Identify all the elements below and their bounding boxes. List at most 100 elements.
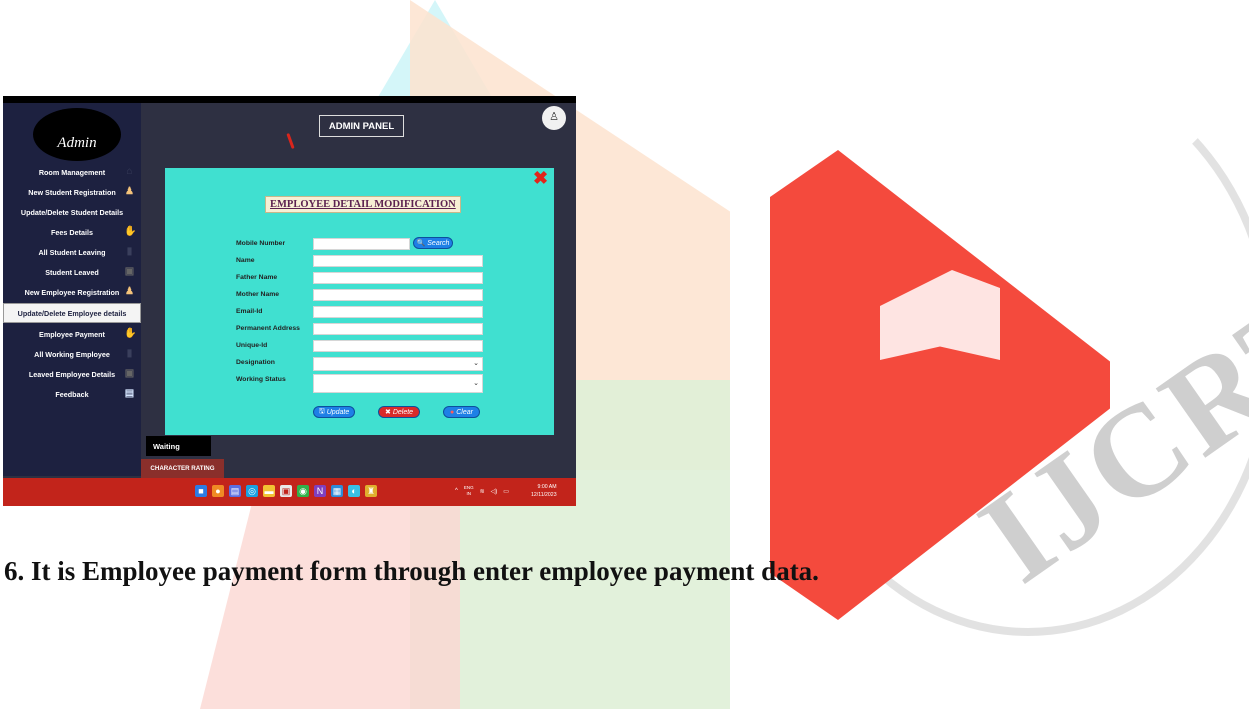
sidebar-item-feedback[interactable]: Feedback ▤: [3, 384, 141, 404]
mother-name-label: Mother Name: [236, 291, 280, 298]
sidebar-item-label: Employee Payment: [39, 329, 105, 339]
sidebar-item-label: New Employee Registration: [24, 287, 120, 297]
chevron-down-icon: ⌄: [473, 360, 479, 367]
sidebar-item-new-student-registration[interactable]: New Student Registration ♟: [3, 182, 141, 202]
sidebar-item-label: All Student Leaving: [38, 247, 106, 257]
windows-start-icon[interactable]: ■: [195, 485, 207, 497]
unique-id-label: Unique-Id: [236, 342, 268, 349]
red-mark-decoration: [286, 132, 295, 150]
folder-icon[interactable]: ▬: [263, 485, 275, 497]
watermark-text: IJCRT: [955, 259, 1249, 611]
email-input[interactable]: [313, 306, 483, 318]
main-area: ADMIN PANEL ♙ ✖ EMPLOYEE DETAIL MODIFICA…: [141, 103, 576, 476]
sidebar-item-room-management[interactable]: Room Management ⌂: [3, 162, 141, 182]
father-name-label: Father Name: [236, 274, 278, 281]
hand-money-icon: ✋: [124, 328, 137, 339]
sidebar-item-student-leaved[interactable]: Student Leaved ▣: [3, 262, 141, 282]
working-status-label: Working Status: [236, 376, 286, 383]
clear-button[interactable]: ● Clear: [443, 406, 480, 418]
page-title: ADMIN PANEL: [319, 115, 404, 137]
mother-name-input[interactable]: [313, 289, 483, 301]
app-icon[interactable]: ♜: [365, 485, 377, 497]
character-rating-button[interactable]: CHARACTER RATING: [141, 459, 224, 478]
working-status-select[interactable]: ⌄: [313, 374, 483, 393]
hand-money-icon: ✋: [124, 226, 137, 237]
search-button[interactable]: 🔍 Search: [413, 237, 453, 249]
language-indicator[interactable]: ENG IN: [464, 485, 474, 497]
watermark-play-shape: [770, 150, 1110, 620]
feedback-icon: ▤: [124, 388, 135, 399]
delete-icon: ✖: [384, 409, 391, 416]
sidebar: Admin Room Management ⌂ New Student Regi…: [3, 103, 141, 476]
app-icon[interactable]: ▣: [280, 485, 292, 497]
sidebar-item-label: Room Management: [38, 167, 106, 177]
exit-icon: ▣: [124, 368, 135, 379]
sidebar-item-update-delete-employee[interactable]: Update/Delete Employee details: [3, 303, 141, 323]
volume-icon[interactable]: ◁): [491, 488, 498, 495]
exit-icon: ▣: [124, 266, 135, 277]
close-icon[interactable]: ✖: [533, 169, 548, 187]
onenote-icon[interactable]: N: [314, 485, 326, 497]
clear-icon: ●: [450, 408, 455, 416]
browser-icon[interactable]: ◎: [246, 485, 258, 497]
admin-logo: Admin: [33, 108, 121, 161]
sidebar-item-label: Update/Delete Student Details: [20, 207, 124, 217]
app-icon[interactable]: ●: [212, 485, 224, 497]
sidebar-item-employee-payment[interactable]: Employee Payment ✋: [3, 324, 141, 344]
chevron-down-icon: ⌄: [473, 380, 479, 387]
figure-caption: 6. It is Employee payment form through e…: [4, 556, 819, 586]
edge-icon[interactable]: ◐: [348, 485, 360, 497]
sidebar-item-label: Fees Details: [51, 227, 93, 237]
window-top-bar: [3, 96, 576, 103]
search-icon: 🔍: [416, 240, 426, 247]
sidebar-item-all-student-leaving[interactable]: All Student Leaving ▮: [3, 242, 141, 262]
designation-label: Designation: [236, 359, 275, 366]
sidebar-item-label: All Working Employee: [34, 349, 110, 359]
chrome-icon[interactable]: ◉: [297, 485, 309, 497]
mobile-input[interactable]: [313, 238, 410, 250]
app-icon[interactable]: ▦: [331, 485, 343, 497]
name-label: Name: [236, 257, 255, 264]
employee-modification-panel: ✖ EMPLOYEE DETAIL MODIFICATION Mobile Nu…: [165, 168, 554, 435]
taskbar: ■ ● ▤ ◎ ▬ ▣ ◉ N ▦ ◐ ♜ ^ ENG IN ≋ ◁) ▭ 9:…: [3, 478, 576, 506]
app-screenshot: Admin Room Management ⌂ New Student Regi…: [3, 96, 576, 506]
wifi-icon[interactable]: ≋: [480, 488, 485, 495]
chevron-up-icon[interactable]: ^: [455, 488, 458, 494]
logout-button[interactable]: ♙: [542, 106, 566, 130]
sidebar-item-label: New Student Registration: [28, 187, 116, 197]
clock[interactable]: 9:00 AM 12/11/2023: [531, 483, 557, 499]
taskbar-icons: ■ ● ▤ ◎ ▬ ▣ ◉ N ▦ ◐ ♜: [195, 485, 377, 497]
sidebar-item-label: Update/Delete Employee details: [17, 308, 127, 318]
designation-select[interactable]: ⌄: [313, 357, 483, 371]
father-name-input[interactable]: [313, 272, 483, 284]
sidebar-item-fees-details[interactable]: Fees Details ✋: [3, 222, 141, 242]
name-input[interactable]: [313, 255, 483, 267]
sidebar-item-update-delete-student[interactable]: Update/Delete Student Details: [3, 202, 141, 222]
door-icon: ▮: [126, 246, 133, 257]
form-title: EMPLOYEE DETAIL MODIFICATION: [265, 196, 461, 213]
person-icon: ♟: [125, 186, 134, 197]
unique-id-input[interactable]: [313, 340, 483, 352]
address-input[interactable]: [313, 323, 483, 335]
system-tray: ^ ENG IN ≋ ◁) ▭: [455, 485, 509, 497]
user-icon: ♙: [549, 111, 559, 123]
mobile-label: Mobile Number: [236, 240, 286, 247]
sidebar-item-new-employee-registration[interactable]: New Employee Registration ♟: [3, 282, 141, 302]
door-icon: ▮: [126, 348, 133, 359]
delete-button[interactable]: ✖ Delete: [378, 406, 420, 418]
email-label: Email-Id: [236, 308, 263, 315]
sidebar-item-leaved-employee-details[interactable]: Leaved Employee Details ▣: [3, 364, 141, 384]
address-label: Permanent Address: [236, 325, 300, 332]
app-icon[interactable]: ▤: [229, 485, 241, 497]
watermark-book-icon: [880, 270, 1000, 360]
sidebar-item-label: Leaved Employee Details: [28, 369, 116, 379]
sidebar-item-all-working-employee[interactable]: All Working Employee ▮: [3, 344, 141, 364]
sidebar-item-label: Feedback: [55, 389, 89, 399]
battery-icon[interactable]: ▭: [503, 488, 509, 495]
home-icon: ⌂: [126, 166, 133, 177]
update-icon: 🖫: [318, 407, 325, 415]
person-icon: ♟: [125, 286, 134, 297]
sidebar-item-label: Student Leaved: [45, 267, 99, 277]
update-button[interactable]: 🖫 Update: [313, 406, 355, 418]
waiting-label: Waiting: [146, 436, 211, 456]
